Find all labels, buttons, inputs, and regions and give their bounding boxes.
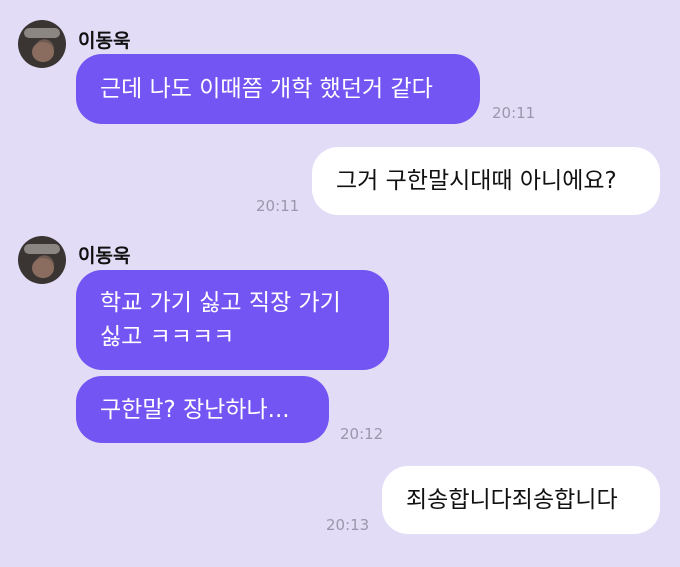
message-time: 20:12: [340, 425, 384, 443]
message-bubble-incoming[interactable]: 근데 나도 이때쯤 개학 했던거 같다: [76, 54, 480, 124]
avatar-face: [32, 42, 54, 62]
message-bubble-outgoing[interactable]: 그거 구한말시대때 아니에요?: [312, 147, 660, 215]
sender-avatar[interactable]: [18, 236, 66, 284]
avatar-shine: [24, 244, 60, 254]
message-time: 20:13: [326, 516, 370, 534]
message-bubble-outgoing[interactable]: 죄송합니다죄송합니다: [382, 466, 660, 534]
message-text: 구한말? 장난하나...: [100, 396, 290, 423]
message-bubble-incoming[interactable]: 구한말? 장난하나...: [76, 376, 329, 443]
message-bubble-incoming[interactable]: 학교 가기 싫고 직장 가기 싫고 ㅋㅋㅋㅋ: [76, 270, 389, 370]
sender-name: 이동욱: [78, 245, 131, 267]
message-text: 죄송합니다죄송합니다: [406, 487, 618, 513]
message-time: 20:11: [256, 197, 300, 215]
avatar-face: [32, 258, 54, 278]
message-text: 근데 나도 이때쯤 개학 했던거 같다: [100, 76, 433, 102]
message-time: 20:11: [492, 104, 536, 122]
avatar-shine: [24, 28, 60, 38]
sender-avatar[interactable]: [18, 20, 66, 68]
message-text: 학교 가기 싫고 직장 가기 싫고 ㅋㅋㅋㅋ: [100, 290, 341, 350]
message-text: 그거 구한말시대때 아니에요?: [336, 168, 617, 194]
sender-name: 이동욱: [78, 30, 131, 52]
